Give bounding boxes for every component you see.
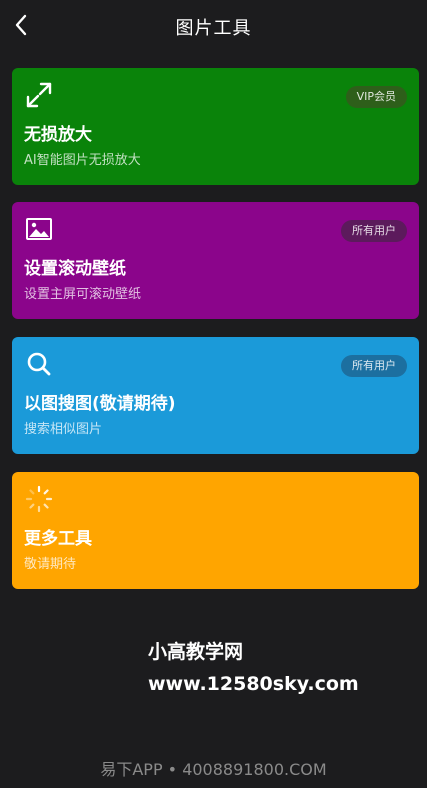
- all-users-badge: 所有用户: [341, 355, 407, 377]
- card-subtitle: 设置主屏可滚动壁纸: [24, 287, 142, 302]
- card-subtitle: 搜索相似图片: [24, 422, 103, 437]
- watermark-site-url: www.12580sky.com: [148, 673, 359, 695]
- tool-card-scrolling-wallpaper[interactable]: 所有用户 设置滚动壁纸 设置主屏可滚动壁纸: [12, 202, 419, 319]
- card-title: 更多工具: [24, 529, 92, 549]
- card-title: 无损放大: [24, 125, 92, 145]
- page-title: 图片工具: [175, 18, 252, 39]
- search-icon: [27, 352, 51, 376]
- loading-spinner-icon: [25, 485, 53, 513]
- watermark-site-name: 小高教学网: [148, 641, 244, 663]
- all-users-badge: 所有用户: [341, 220, 407, 242]
- tool-card-more-tools[interactable]: 更多工具 敬请期待: [12, 472, 419, 589]
- expand-arrows-icon: [26, 82, 52, 108]
- card-title: 以图搜图(敬请期待): [24, 394, 176, 414]
- tool-card-lossless-upscale[interactable]: VIP会员 无损放大 AI智能图片无损放大: [12, 68, 419, 185]
- tool-card-reverse-image-search[interactable]: 所有用户 以图搜图(敬请期待) 搜索相似图片: [12, 337, 419, 454]
- top-bar: 图片工具: [0, 0, 427, 52]
- card-subtitle: AI智能图片无损放大: [24, 153, 141, 168]
- card-title: 设置滚动壁纸: [24, 259, 126, 279]
- footer-watermark: 易下APP • 4008891800.COM: [100, 760, 327, 779]
- card-subtitle: 敬请期待: [24, 557, 77, 572]
- image-icon: [26, 218, 52, 240]
- vip-badge: VIP会员: [345, 86, 407, 108]
